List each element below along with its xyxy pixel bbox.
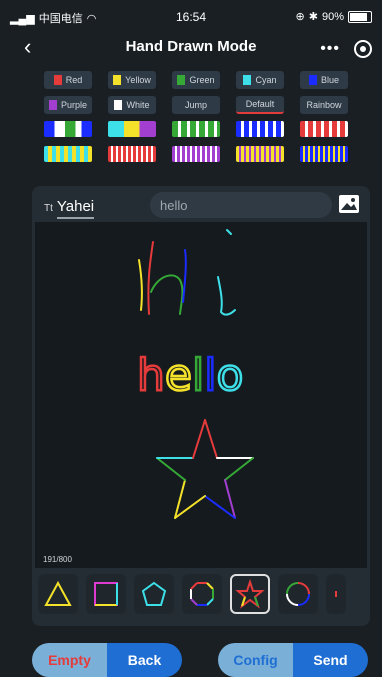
letter-h: h	[137, 350, 165, 401]
color-blue-button[interactable]: Blue	[300, 71, 348, 89]
pattern-5[interactable]	[300, 121, 348, 137]
jump-button[interactable]: Jump	[172, 96, 220, 114]
rainbow-button[interactable]: Rainbow	[300, 96, 348, 114]
circle-icon	[286, 582, 310, 606]
battery-icon	[348, 10, 372, 23]
shape-selector	[32, 574, 370, 618]
pattern-3[interactable]	[172, 121, 220, 137]
color-label: Green	[189, 75, 215, 85]
bottom-bar: Empty Back Config Send	[0, 643, 382, 677]
drawing-canvas[interactable]: hello 191/800	[35, 222, 367, 568]
color-yellow-button[interactable]: Yellow	[108, 71, 156, 89]
color-green-button[interactable]: Green	[172, 71, 220, 89]
white-swatch	[114, 100, 123, 110]
blue-swatch	[308, 75, 317, 85]
color-label: Jump	[184, 100, 207, 110]
pattern-8[interactable]	[172, 146, 220, 162]
bluetooth-icon: ✱	[308, 11, 318, 23]
color-label: Purple	[60, 100, 87, 110]
send-button[interactable]: Send	[293, 643, 368, 677]
letter-o: o	[216, 350, 243, 401]
green-swatch	[177, 75, 186, 85]
handwriting-hi	[138, 229, 236, 316]
purple-swatch	[48, 100, 57, 110]
status-bar: ▂▄▆ 中国电信 ◠ 16:54 ⊕ ✱ 90%	[0, 0, 382, 34]
pattern-7[interactable]	[108, 146, 156, 162]
pattern-9[interactable]	[236, 146, 284, 162]
battery-percent: 90%	[321, 10, 344, 23]
lock-rotation-icon: ⊕	[295, 11, 305, 23]
color-red-button[interactable]: Red	[44, 71, 92, 89]
star-shape-button[interactable]	[230, 574, 270, 614]
default-button[interactable]: Default	[236, 96, 284, 114]
red-swatch	[53, 75, 62, 85]
pattern-10[interactable]	[300, 146, 348, 162]
target-icon[interactable]	[354, 40, 372, 58]
font-icon: Tt	[44, 203, 53, 214]
letter-l2: l	[204, 350, 216, 401]
yellow-swatch	[113, 75, 122, 85]
partial-shape-icon	[335, 591, 337, 597]
square-shape-button[interactable]	[86, 574, 126, 614]
octagon-shape-button[interactable]	[182, 574, 222, 614]
color-row-2: Purple White Jump Default Rainbow	[44, 96, 364, 114]
left-button-group: Empty Back	[32, 643, 182, 677]
svg-text:hello: hello	[137, 350, 243, 401]
triangle-icon	[44, 580, 72, 606]
color-row-1: Red Yellow Green Cyan Blue	[44, 71, 364, 89]
point-counter: 191/800	[43, 555, 72, 564]
letter-e: e	[165, 350, 192, 401]
more-shapes-button[interactable]	[326, 574, 346, 614]
letter-l1: l	[192, 350, 204, 401]
color-cyan-button[interactable]: Cyan	[236, 71, 284, 89]
pattern-4[interactable]	[236, 121, 284, 137]
color-label: Red	[65, 75, 83, 85]
pentagon-shape-button[interactable]	[134, 574, 174, 614]
canvas-star	[156, 419, 254, 519]
pattern-2[interactable]	[108, 121, 156, 137]
pattern-1[interactable]	[44, 121, 92, 137]
config-button[interactable]: Config	[218, 643, 293, 677]
image-icon[interactable]	[338, 194, 360, 214]
more-options-icon[interactable]: •••	[320, 40, 340, 58]
color-purple-button[interactable]: Purple	[44, 96, 92, 114]
pentagon-icon	[141, 581, 167, 606]
circle-shape-button[interactable]	[278, 574, 318, 614]
color-white-button[interactable]: White	[108, 96, 156, 114]
color-label: Yellow	[125, 75, 151, 85]
canvas-hello-text: hello	[136, 349, 245, 403]
pattern-6[interactable]	[44, 146, 92, 162]
color-label: White	[126, 100, 150, 110]
color-label: Default	[245, 99, 275, 109]
octagon-icon	[190, 582, 214, 606]
pattern-row-2	[44, 146, 364, 164]
drawing-panel: Tt Yahei hello hello 191/800	[32, 186, 370, 626]
status-right: ⊕ ✱ 90%	[296, 10, 372, 23]
empty-button[interactable]: Empty	[32, 643, 107, 677]
color-label: Blue	[320, 75, 339, 85]
right-button-group: Config Send	[218, 643, 368, 677]
font-name: Yahei	[56, 198, 95, 219]
color-label: Rainbow	[306, 100, 342, 110]
square-icon	[94, 582, 118, 606]
font-selector[interactable]: Tt Yahei	[44, 198, 95, 219]
text-input[interactable]	[150, 192, 332, 218]
nav-bar: ‹ Hand Drawn Mode •••	[0, 34, 382, 64]
pattern-row-1	[44, 121, 364, 139]
color-label: Cyan	[255, 75, 277, 85]
triangle-shape-button[interactable]	[38, 574, 78, 614]
back-button[interactable]: Back	[107, 643, 182, 677]
color-selector: Red Yellow Green Cyan Blue Purple White …	[44, 71, 364, 171]
star-icon	[235, 579, 265, 609]
cyan-swatch	[243, 75, 252, 85]
